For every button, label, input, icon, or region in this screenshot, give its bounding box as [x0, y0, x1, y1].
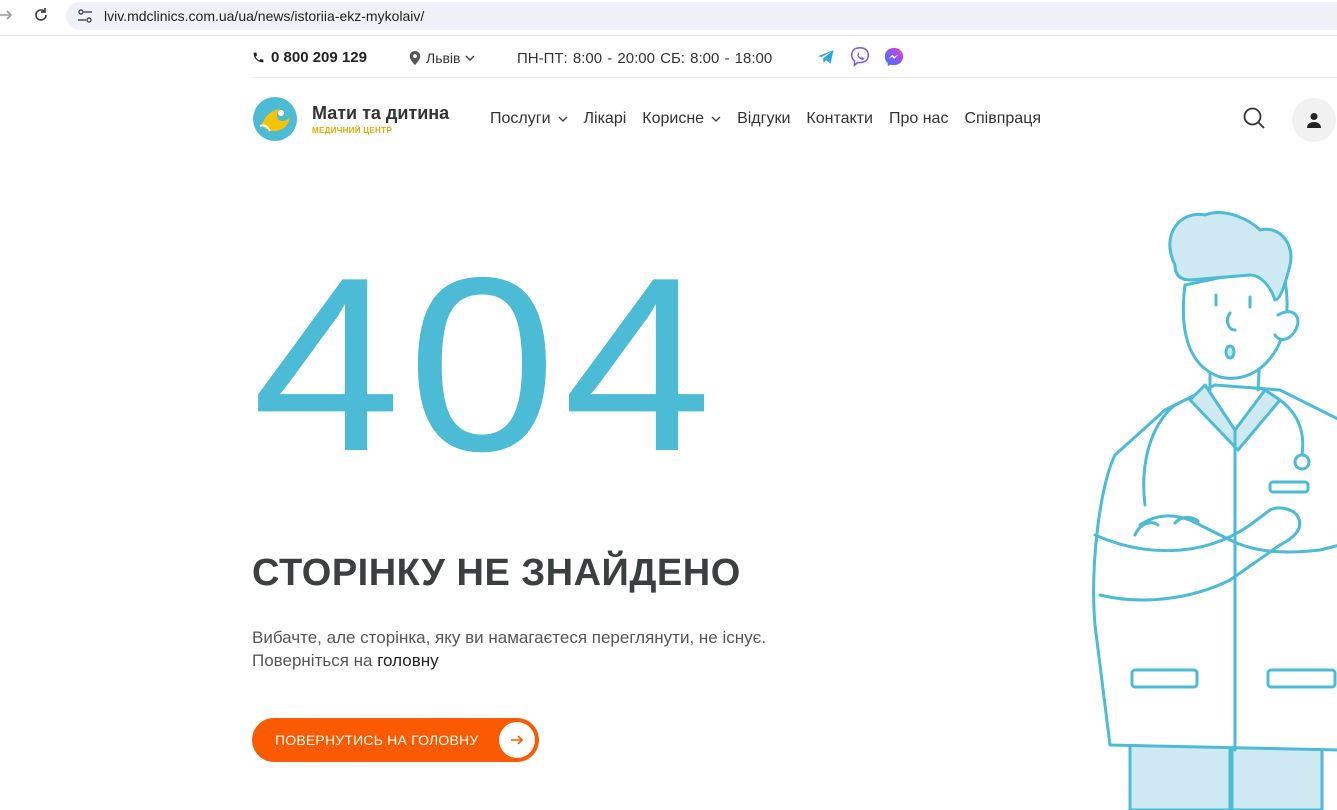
chevron-down-icon: [558, 116, 568, 122]
phone-number: 0 800 209 129: [271, 49, 367, 66]
logo-icon[interactable]: [252, 96, 298, 142]
search-icon[interactable]: [1242, 106, 1266, 130]
nav-item-label: Співпраця: [964, 110, 1042, 127]
doctor-illustration: [1092, 211, 1337, 810]
city-selector[interactable]: Львів: [409, 50, 475, 66]
back-home-button[interactable]: ПОВЕРНУТИСЬ НА ГОЛОВНУ: [252, 718, 539, 762]
nav-item-contacts[interactable]: Контакти: [806, 110, 873, 128]
description-text: Вибачте, але сторінка, яку ви намагаєтес…: [252, 628, 767, 670]
brand-subtitle: МЕДИЧНИЙ ЦЕНТР: [312, 126, 392, 135]
location-pin-icon: [409, 51, 421, 65]
nav-item-label: Контакти: [806, 110, 873, 127]
telegram-icon[interactable]: [815, 46, 837, 68]
user-icon: [1307, 113, 1321, 128]
site-info-icon[interactable]: [76, 8, 94, 24]
nav-item-useful[interactable]: Корисне: [642, 110, 721, 128]
nav-item-label: Про нас: [888, 110, 949, 127]
nav-item-services[interactable]: Послуги: [490, 110, 568, 128]
nav-item-cooperation[interactable]: Співпраця: [964, 110, 1041, 128]
working-hours: ПН-ПТ: 8:00 - 20:00 СБ: 8:00 - 18:00: [517, 50, 773, 67]
site-header: Мати та дитина МЕДИЧНИЙ ЦЕНТР Послуги Лі…: [252, 90, 1337, 150]
error-code: 404: [252, 225, 719, 503]
chevron-down-icon: [465, 55, 475, 61]
nav-item-label: Лікарі: [583, 110, 627, 127]
phone-link[interactable]: 0 800 209 129: [252, 49, 367, 66]
back-arrow-icon[interactable]: [0, 7, 14, 23]
chevron-down-icon: [711, 116, 721, 122]
browser-toolbar: lviv.mdclinics.com.ua/ua/news/istoriia-e…: [0, 0, 1337, 36]
address-bar[interactable]: lviv.mdclinics.com.ua/ua/news/istoriia-e…: [66, 2, 1337, 30]
url-text[interactable]: lviv.mdclinics.com.ua/ua/news/istoriia-e…: [104, 8, 424, 24]
reload-icon[interactable]: [32, 6, 50, 24]
nav-item-reviews[interactable]: Відгуки: [737, 110, 790, 128]
arrow-right-icon: [499, 722, 535, 758]
main-nav: Послуги Лікарі Корисне Відгуки Контакти …: [490, 110, 1057, 128]
top-info-bar: 0 800 209 129 Львів ПН-ПТ: 8:00 - 20:00 …: [252, 40, 1337, 78]
social-links: [815, 46, 905, 68]
page-title: СТОРІНКУ НЕ ЗНАЙДЕНО: [252, 552, 741, 594]
nav-item-label: Послуги: [490, 110, 551, 127]
nav-item-label: Відгуки: [737, 110, 791, 127]
home-link[interactable]: головну: [377, 651, 438, 670]
nav-item-label: Корисне: [642, 110, 705, 127]
messenger-icon[interactable]: [883, 46, 905, 68]
back-home-label: ПОВЕРНУТИСЬ НА ГОЛОВНУ: [275, 732, 479, 748]
city-label: Львів: [426, 50, 461, 66]
nav-item-doctors[interactable]: Лікарі: [584, 110, 627, 128]
viber-icon[interactable]: [849, 46, 871, 68]
brand-name[interactable]: Мати та дитина: [312, 103, 449, 124]
error-description: Вибачте, але сторінка, яку ви намагаєтес…: [252, 626, 822, 672]
user-account-button[interactable]: [1292, 98, 1336, 142]
phone-icon: [253, 52, 264, 63]
nav-item-about[interactable]: Про нас: [889, 110, 948, 128]
